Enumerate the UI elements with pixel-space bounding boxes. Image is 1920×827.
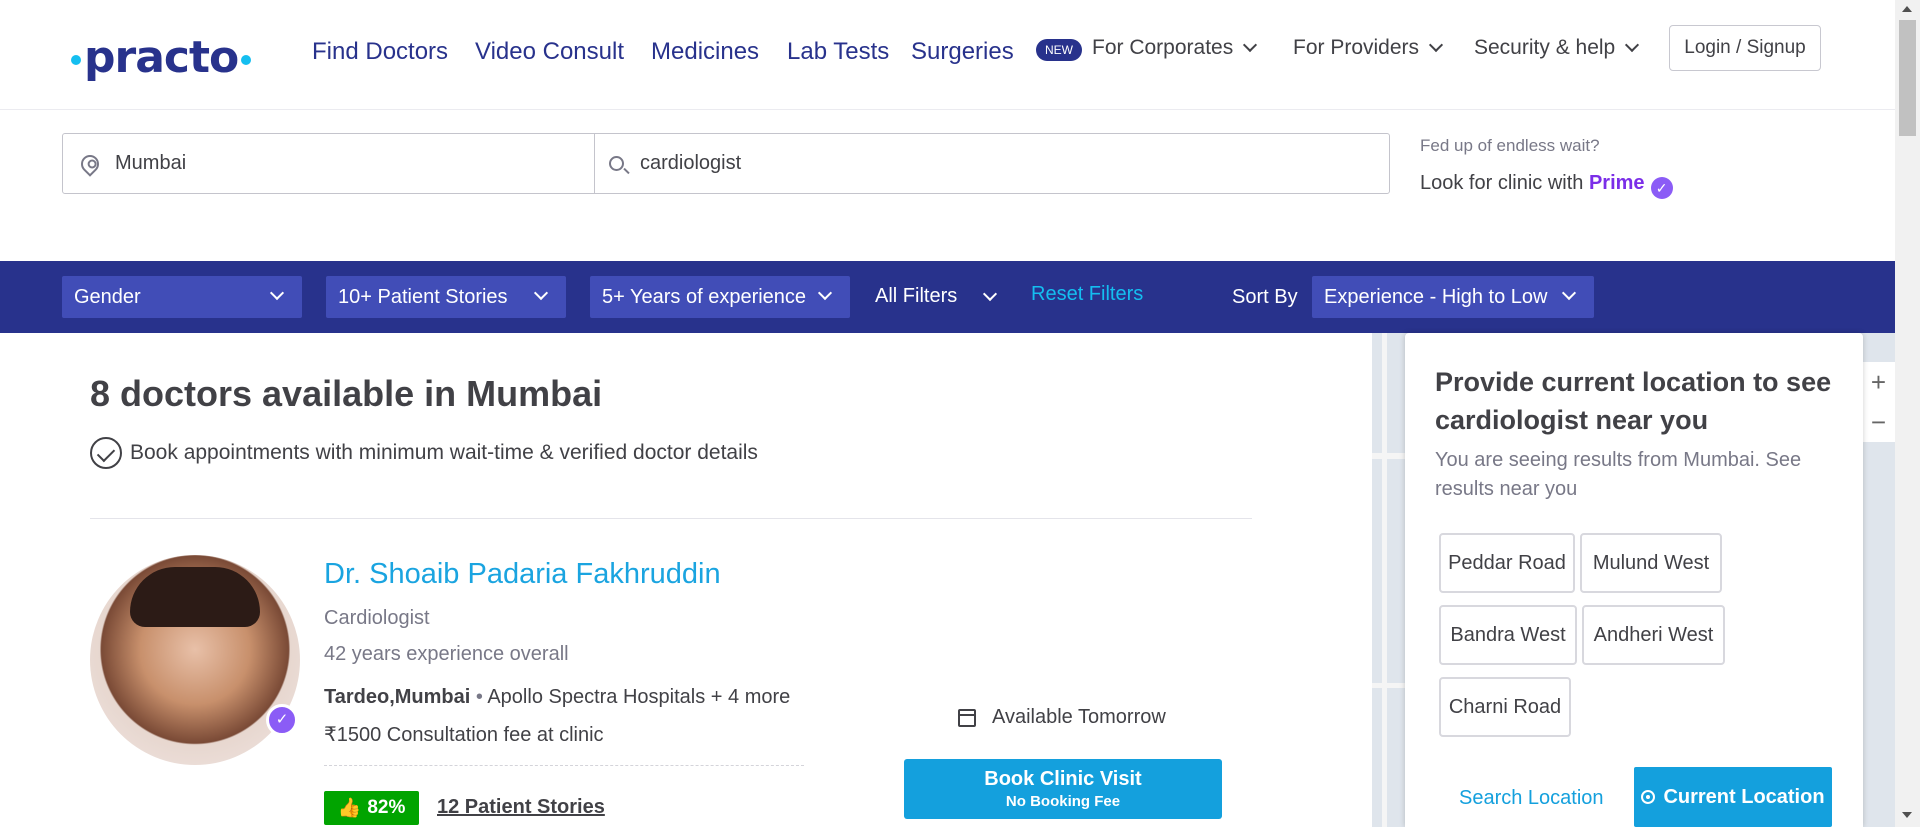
chevron-down-icon [1625, 37, 1640, 53]
chip-mulund-west[interactable]: Mulund West [1580, 533, 1722, 593]
location-prompt-subtitle: You are seeing results from Mumbai. See … [1435, 449, 1802, 500]
location-prompt-title: Provide current location to see cardiolo… [1435, 367, 1832, 435]
doctor-experience: 42 years experience overall [324, 643, 569, 665]
location-prompt-card: Provide current location to see cardiolo… [1405, 333, 1863, 827]
results-subheading: Book appointments with minimum wait-time… [90, 437, 758, 469]
check-circle-icon [90, 437, 122, 469]
filter-bar: Gender 10+ Patient Stories 5+ Years of e… [0, 261, 1895, 333]
top-navigation: practo Find Doctors Video Consult Medici… [0, 0, 1895, 110]
rating-badge: 👍 82% [324, 791, 419, 825]
location-pin-icon [77, 150, 103, 177]
chip-peddar-road[interactable]: Peddar Road [1439, 533, 1575, 593]
new-badge: NEW [1036, 39, 1082, 61]
search-query-value: cardiologist [640, 152, 742, 174]
chevron-down-icon [1561, 285, 1577, 301]
chevron-down-icon [817, 285, 833, 301]
gender-filter[interactable]: Gender [62, 276, 302, 318]
book-clinic-visit-button[interactable]: Book Clinic Visit No Booking Fee [904, 759, 1222, 819]
nav-for-providers[interactable]: For Providers [1293, 36, 1444, 60]
chevron-down-icon [269, 285, 285, 301]
doctor-clinic[interactable]: Apollo Spectra Hospitals + 4 more [487, 686, 790, 708]
chevron-down-icon [1428, 37, 1444, 53]
nav-for-corporates[interactable]: For Corporates [1092, 36, 1258, 60]
zoom-in-button[interactable]: + [1862, 362, 1895, 402]
prime-tagline: Fed up of endless wait? [1420, 136, 1600, 155]
location-target-icon [1641, 790, 1656, 804]
doctor-specialty: Cardiologist [324, 607, 430, 629]
thumbs-up-icon: 👍 [337, 798, 362, 819]
nav-find-doctors[interactable]: Find Doctors [312, 38, 448, 66]
nav-security-help[interactable]: Security & help [1474, 36, 1640, 60]
nav-video-consult[interactable]: Video Consult [475, 38, 624, 66]
doctor-location: Tardeo,Mumbai • Apollo Spectra Hospitals… [324, 686, 791, 708]
prime-check-icon: ✓ [1650, 177, 1673, 199]
chevron-down-icon [982, 286, 998, 302]
verified-badge-icon: ✓ [266, 704, 298, 736]
login-signup-button[interactable]: Login / Signup [1669, 25, 1821, 71]
chip-bandra-west[interactable]: Bandra West [1439, 605, 1577, 665]
doctor-avatar[interactable] [90, 555, 300, 765]
chip-andheri-west[interactable]: Andheri West [1582, 605, 1725, 665]
chip-charni-road[interactable]: Charni Road [1439, 677, 1571, 737]
practo-logo[interactable]: practo [68, 32, 254, 83]
chevron-down-icon [1243, 37, 1258, 53]
patient-stories-filter[interactable]: 10+ Patient Stories [326, 276, 566, 318]
doctor-name-link[interactable]: Dr. Shoaib Padaria Fakhruddin [324, 558, 721, 591]
prime-brand: Prime [1588, 172, 1645, 194]
search-input[interactable]: cardiologist [595, 134, 1389, 193]
location-value: Mumbai [115, 152, 187, 174]
page-scrollbar[interactable] [1895, 0, 1920, 827]
results-heading: 8 doctors available in Mumbai [90, 373, 603, 414]
nav-lab-tests[interactable]: Lab Tests [787, 38, 889, 66]
nav-medicines[interactable]: Medicines [651, 38, 759, 66]
location-input[interactable]: Mumbai [63, 134, 595, 193]
availability: Available Tomorrow [958, 706, 1166, 729]
search-location-link[interactable]: Search Location [1459, 787, 1604, 810]
all-filters-dropdown[interactable]: All Filters [875, 285, 998, 308]
chevron-down-icon [533, 285, 549, 301]
nav-surgeries[interactable]: Surgeries [911, 38, 1014, 66]
current-location-button[interactable]: Current Location [1634, 767, 1832, 827]
doctor-locality[interactable]: Tardeo,Mumbai [324, 686, 470, 708]
doctor-fee: ₹1500 Consultation fee at clinic [324, 724, 604, 746]
prime-link[interactable]: Look for clinic with Prime ✓ [1420, 172, 1673, 199]
divider [90, 518, 1252, 519]
scroll-down-icon[interactable] [1902, 812, 1912, 818]
search-icon [609, 156, 624, 171]
scroll-up-icon[interactable] [1902, 6, 1912, 12]
calendar-icon [958, 708, 976, 727]
patient-stories-link[interactable]: 12 Patient Stories [437, 796, 605, 819]
experience-filter[interactable]: 5+ Years of experience [590, 276, 850, 318]
card-divider [324, 765, 804, 766]
scroll-thumb[interactable] [1899, 20, 1916, 136]
sort-dropdown[interactable]: Experience - High to Low [1312, 276, 1594, 318]
search-bar: Mumbai cardiologist [62, 133, 1390, 194]
sort-by-label: Sort By [1232, 286, 1298, 308]
zoom-out-button[interactable]: − [1862, 402, 1895, 442]
reset-filters-link[interactable]: Reset Filters [1031, 283, 1143, 306]
map-zoom-controls[interactable]: + − [1862, 362, 1895, 442]
